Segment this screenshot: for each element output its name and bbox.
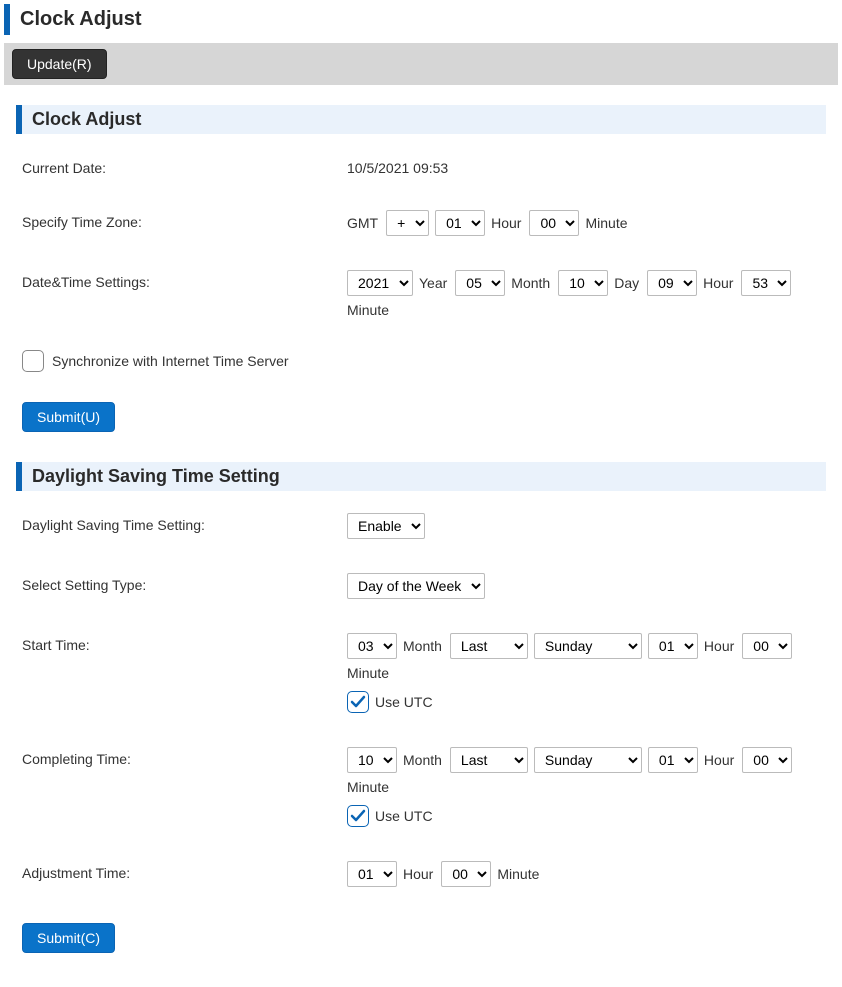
sync-checkbox[interactable] bbox=[22, 350, 44, 372]
dst-setting-row: Daylight Saving Time Setting: Enable bbox=[16, 505, 826, 565]
complete-minute-select[interactable]: 00 bbox=[742, 747, 792, 773]
complete-hour-unit: Hour bbox=[704, 752, 734, 768]
complete-time-row: Completing Time: 10 Month Last Sunday 01… bbox=[16, 739, 826, 853]
adjust-time-label: Adjustment Time: bbox=[22, 861, 347, 881]
dt-day-unit: Day bbox=[614, 275, 639, 291]
specify-tz-controls: GMT + 01 Hour 00 Minute bbox=[347, 210, 630, 236]
start-weekday-select[interactable]: Sunday bbox=[534, 633, 642, 659]
dt-hour-unit: Hour bbox=[703, 275, 733, 291]
clock-adjust-header: Clock Adjust bbox=[16, 105, 826, 134]
complete-hour-select[interactable]: 01 bbox=[648, 747, 698, 773]
start-minute-select[interactable]: 00 bbox=[742, 633, 792, 659]
current-date-row: Current Date: 10/5/2021 09:53 bbox=[16, 148, 826, 202]
dst-setting-controls: Enable bbox=[347, 513, 425, 539]
specify-tz-row: Specify Time Zone: GMT + 01 Hour 00 Minu… bbox=[16, 202, 826, 262]
start-minute-unit: Minute bbox=[347, 665, 389, 681]
update-button[interactable]: Update(R) bbox=[12, 49, 107, 79]
tz-sign-select[interactable]: + bbox=[386, 210, 429, 236]
dt-hour-select[interactable]: 09 bbox=[647, 270, 697, 296]
dt-minute-unit: Minute bbox=[347, 302, 389, 318]
specify-tz-label: Specify Time Zone: bbox=[22, 210, 347, 230]
start-hour-unit: Hour bbox=[704, 638, 734, 654]
complete-minute-unit: Minute bbox=[347, 779, 389, 795]
complete-ordinal-select[interactable]: Last bbox=[450, 747, 528, 773]
page-title: Clock Adjust bbox=[20, 8, 828, 31]
submit-u-button[interactable]: Submit(U) bbox=[22, 402, 115, 432]
start-utc-checkbox[interactable] bbox=[347, 691, 369, 713]
dt-minute-select[interactable]: 53 bbox=[741, 270, 791, 296]
complete-utc-label: Use UTC bbox=[375, 808, 433, 824]
tz-gmt-prefix: GMT bbox=[347, 215, 378, 231]
dst-type-row: Select Setting Type: Day of the Week bbox=[16, 565, 826, 625]
tz-minute-unit: Minute bbox=[585, 215, 627, 231]
adjust-minute-select[interactable]: 00 bbox=[441, 861, 491, 887]
adjust-hour-select[interactable]: 01 bbox=[347, 861, 397, 887]
page-title-bar: Clock Adjust bbox=[4, 4, 838, 35]
check-icon bbox=[350, 808, 366, 824]
start-utc-label: Use UTC bbox=[375, 694, 433, 710]
dst-setting-label: Daylight Saving Time Setting: bbox=[22, 513, 347, 533]
dt-settings-controls: 2021 Year 05 Month 10 Day 09 Hour 53 Min… bbox=[347, 270, 820, 318]
dt-settings-label: Date&Time Settings: bbox=[22, 270, 347, 290]
dt-settings-row: Date&Time Settings: 2021 Year 05 Month 1… bbox=[16, 262, 826, 344]
clock-submit-row: Submit(U) bbox=[16, 392, 826, 442]
tz-minute-select[interactable]: 00 bbox=[529, 210, 579, 236]
dst-type-select[interactable]: Day of the Week bbox=[347, 573, 485, 599]
submit-c-button[interactable]: Submit(C) bbox=[22, 923, 115, 953]
check-icon bbox=[350, 694, 366, 710]
current-date-value: 10/5/2021 09:53 bbox=[347, 156, 820, 176]
sync-row: Synchronize with Internet Time Server bbox=[16, 344, 826, 392]
dst-header: Daylight Saving Time Setting bbox=[16, 462, 826, 491]
dt-year-select[interactable]: 2021 bbox=[347, 270, 413, 296]
start-utc-row: Use UTC bbox=[347, 691, 820, 713]
dst-section: Daylight Saving Time Setting Daylight Sa… bbox=[4, 462, 838, 983]
complete-time-label: Completing Time: bbox=[22, 747, 347, 767]
complete-utc-checkbox[interactable] bbox=[347, 805, 369, 827]
start-month-select[interactable]: 03 bbox=[347, 633, 397, 659]
complete-time-controls: 10 Month Last Sunday 01 Hour 00 Minute bbox=[347, 747, 820, 795]
adjust-time-controls: 01 Hour 00 Minute bbox=[347, 861, 541, 887]
complete-month-unit: Month bbox=[403, 752, 442, 768]
dt-year-unit: Year bbox=[419, 275, 447, 291]
start-time-label: Start Time: bbox=[22, 633, 347, 653]
toolbar: Update(R) bbox=[4, 43, 838, 85]
clock-adjust-section: Clock Adjust Current Date: 10/5/2021 09:… bbox=[4, 105, 838, 462]
start-time-row: Start Time: 03 Month Last Sunday 01 Hour… bbox=[16, 625, 826, 739]
start-month-unit: Month bbox=[403, 638, 442, 654]
complete-weekday-select[interactable]: Sunday bbox=[534, 747, 642, 773]
dst-enable-select[interactable]: Enable bbox=[347, 513, 425, 539]
start-time-controls: 03 Month Last Sunday 01 Hour 00 Minute bbox=[347, 633, 820, 681]
sync-label: Synchronize with Internet Time Server bbox=[52, 353, 289, 369]
dst-type-label: Select Setting Type: bbox=[22, 573, 347, 593]
adjust-time-row: Adjustment Time: 01 Hour 00 Minute bbox=[16, 853, 826, 913]
tz-hour-unit: Hour bbox=[491, 215, 521, 231]
start-hour-select[interactable]: 01 bbox=[648, 633, 698, 659]
dt-month-select[interactable]: 05 bbox=[455, 270, 505, 296]
complete-utc-row: Use UTC bbox=[347, 805, 820, 827]
tz-hour-select[interactable]: 01 bbox=[435, 210, 485, 236]
clock-adjust-title: Clock Adjust bbox=[32, 109, 816, 130]
complete-time-value: 10 Month Last Sunday 01 Hour 00 Minute U… bbox=[347, 747, 820, 827]
dt-month-unit: Month bbox=[511, 275, 550, 291]
start-time-value: 03 Month Last Sunday 01 Hour 00 Minute U… bbox=[347, 633, 820, 713]
start-ordinal-select[interactable]: Last bbox=[450, 633, 528, 659]
complete-month-select[interactable]: 10 bbox=[347, 747, 397, 773]
adjust-minute-unit: Minute bbox=[497, 866, 539, 882]
dst-submit-row: Submit(C) bbox=[16, 913, 826, 963]
adjust-hour-unit: Hour bbox=[403, 866, 433, 882]
current-date-label: Current Date: bbox=[22, 156, 347, 176]
dt-day-select[interactable]: 10 bbox=[558, 270, 608, 296]
dst-type-controls: Day of the Week bbox=[347, 573, 485, 599]
dst-title: Daylight Saving Time Setting bbox=[32, 466, 816, 487]
